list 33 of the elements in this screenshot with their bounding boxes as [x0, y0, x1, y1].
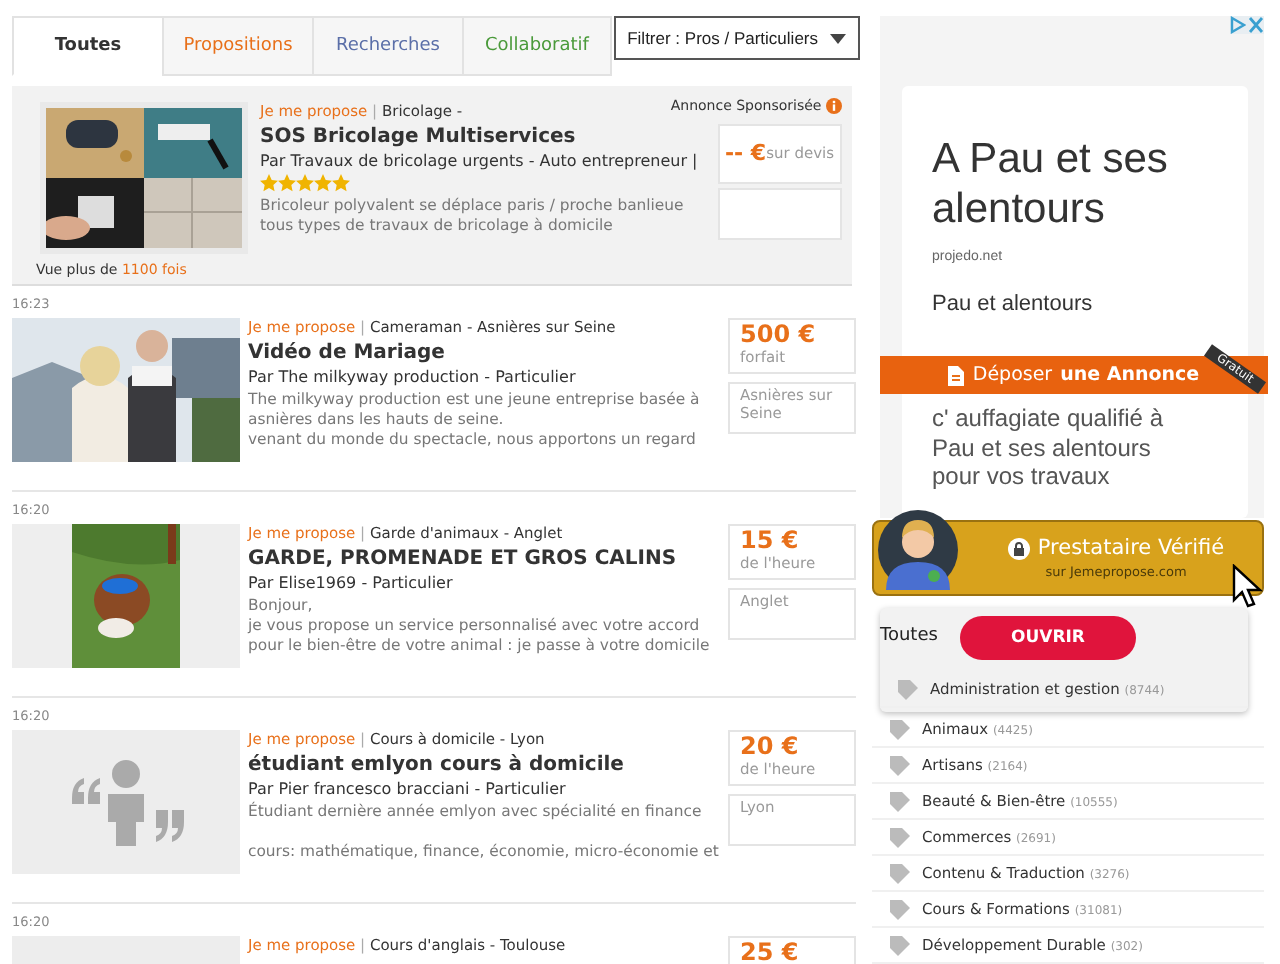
- listing-author: Par Elise1969 - Particulier: [248, 574, 455, 592]
- caret-icon: [830, 33, 846, 43]
- price-box: 25 €: [728, 936, 856, 964]
- close-icon[interactable]: [1248, 16, 1264, 34]
- play-icon[interactable]: [1230, 16, 1246, 34]
- tab[interactable]: Toutes: [12, 16, 162, 76]
- open-button[interactable]: OUVRIR: [960, 616, 1136, 660]
- listing-title[interactable]: Vidéo de Mariage: [248, 342, 728, 364]
- star-icon: [296, 174, 314, 192]
- cursor-icon: [1232, 564, 1264, 608]
- avatar-icon: [878, 510, 958, 590]
- listing-author: Par The milkyway production - Particulier: [248, 368, 578, 386]
- location-box: [717, 188, 842, 240]
- ad-text: c' auffagiate qualifié à Pau et ses alentours pour vos travaux: [932, 404, 1165, 492]
- listing-title[interactable]: étudiant emlyon cours à domicile: [248, 754, 728, 776]
- star-icon: [332, 174, 350, 192]
- lock-icon: [1007, 537, 1030, 559]
- person-quote-icon: [68, 758, 184, 846]
- info-icon: [825, 98, 842, 114]
- star-icon: [260, 174, 278, 192]
- star-icon: [278, 174, 296, 192]
- category-heading: Toutes: [880, 626, 938, 646]
- ad-title[interactable]: A Pau et ses alentours: [932, 134, 1218, 235]
- star-icon: [314, 174, 332, 192]
- listing-title[interactable]: GARDE, PROMENADE ET GROS CALINS: [248, 548, 728, 570]
- ad-heading: Pau et alentours: [932, 292, 1095, 317]
- listing-author: Par Travaux de bricolage urgents - Auto entrepreneur |: [260, 152, 698, 170]
- verified-title: Prestataire Vérifié: [1037, 536, 1225, 560]
- tab[interactable]: Recherches: [312, 16, 462, 76]
- filter-dropdown[interactable]: Filtrer : Pros / Particuliers: [613, 16, 860, 60]
- listing-title[interactable]: SOS Bricolage Multiservices: [260, 126, 698, 148]
- listing-author: Par Pier francesco bracciani - Particulier: [248, 780, 568, 798]
- document-icon: [948, 365, 965, 385]
